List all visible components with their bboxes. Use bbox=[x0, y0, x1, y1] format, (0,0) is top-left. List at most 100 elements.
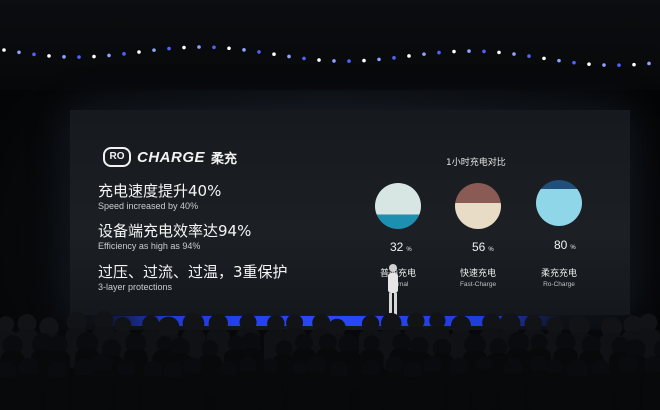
ceiling-light bbox=[197, 45, 201, 49]
ro-charge-logo: RO CHARGE 柔充 bbox=[103, 147, 237, 167]
ceiling-light bbox=[317, 58, 321, 62]
audience-head bbox=[363, 335, 380, 352]
ceiling-light bbox=[182, 45, 186, 50]
ceiling-light bbox=[602, 63, 606, 67]
ceiling-light bbox=[347, 59, 351, 63]
audience-body bbox=[447, 373, 472, 410]
feature-protection: 过压、过流、过温，3重保护 3-layer protections bbox=[98, 263, 288, 293]
ceiling-light bbox=[17, 50, 21, 55]
gauge-ro bbox=[536, 180, 582, 226]
feature-protection-cn: 过压、过流、过温，3重保护 bbox=[98, 263, 288, 281]
ceiling-light bbox=[527, 54, 531, 58]
audience-body bbox=[616, 371, 641, 410]
comparison-title: 1小时充电对比 bbox=[446, 158, 506, 168]
feature-speed-en: Speed increased by 40% bbox=[98, 201, 199, 211]
ceiling-light bbox=[407, 54, 411, 58]
ceiling-light bbox=[62, 55, 66, 59]
ceiling-light bbox=[572, 60, 576, 65]
ceiling-light bbox=[557, 58, 561, 63]
audience-head bbox=[275, 340, 293, 358]
feature-speed: 充电速度提升40% Speed increased by 40% bbox=[98, 182, 221, 212]
audience-head bbox=[239, 313, 257, 331]
audience-head bbox=[219, 360, 237, 378]
ceiling-light bbox=[47, 54, 51, 58]
audience-body bbox=[421, 371, 446, 410]
ceiling-light bbox=[332, 59, 336, 63]
ceiling-light bbox=[497, 50, 501, 55]
audience-head bbox=[262, 358, 279, 375]
gauge-ro-label: 柔充充电 Ro-Charge bbox=[540, 269, 577, 288]
audience-body bbox=[114, 375, 139, 410]
feature-efficiency-cn: 设备端充电效率达94% bbox=[98, 222, 252, 240]
audience-body bbox=[16, 373, 41, 410]
ceiling-light bbox=[92, 54, 96, 59]
gauge-fast-value: 56% bbox=[472, 240, 494, 254]
audience-head bbox=[546, 359, 563, 376]
gauge-fast bbox=[455, 183, 501, 229]
audience-body bbox=[236, 371, 261, 410]
audience-body bbox=[326, 375, 351, 410]
ceiling-lights bbox=[2, 45, 651, 67]
audience-head bbox=[530, 333, 548, 352]
ceiling-light bbox=[77, 55, 81, 59]
audience-body bbox=[304, 371, 329, 410]
audience-silhouettes bbox=[0, 311, 660, 410]
audience-body bbox=[258, 372, 283, 410]
ceiling-light bbox=[257, 50, 261, 54]
ceiling-light bbox=[617, 63, 621, 67]
ceiling-light bbox=[212, 45, 216, 50]
ceiling-light bbox=[482, 49, 486, 54]
audience-body bbox=[45, 377, 70, 410]
ceiling-light bbox=[632, 62, 636, 67]
audience-head bbox=[475, 356, 493, 373]
ceiling-light bbox=[2, 48, 6, 52]
ceiling-light bbox=[167, 46, 171, 51]
feature-speed-cn: 充电速度提升40% bbox=[98, 182, 222, 200]
audience-body bbox=[89, 370, 114, 410]
ceiling-light bbox=[32, 52, 36, 57]
ceiling-light bbox=[392, 56, 396, 60]
audience-body bbox=[588, 374, 613, 410]
logo-word: CHARGE bbox=[137, 148, 206, 166]
audience-body bbox=[471, 370, 496, 410]
ceiling-light bbox=[362, 58, 366, 63]
audience-head bbox=[291, 360, 308, 377]
logo-chinese: 柔充 bbox=[211, 151, 238, 167]
audience-body bbox=[641, 371, 660, 410]
ceiling-light bbox=[272, 52, 276, 56]
audience-head bbox=[429, 312, 446, 329]
gauge-normal bbox=[375, 183, 421, 229]
ceiling-light bbox=[137, 50, 141, 54]
ceiling-light bbox=[107, 53, 111, 58]
ceiling-light bbox=[242, 48, 246, 52]
audience-body bbox=[180, 372, 205, 410]
ceiling-light bbox=[452, 49, 456, 54]
audience-head bbox=[142, 315, 160, 333]
photo-scene: RO CHARGE 柔充 充电速度提升40% Speed increased b… bbox=[0, 0, 660, 410]
ceiling-light bbox=[377, 57, 381, 62]
ceiling-light bbox=[587, 62, 591, 66]
audience-body bbox=[358, 374, 383, 410]
ceiling-light bbox=[437, 50, 441, 55]
feature-efficiency: 设备端充电效率达94% Efficiency as high as 94% bbox=[98, 222, 251, 252]
ceiling-light bbox=[512, 52, 516, 56]
audience-body bbox=[500, 373, 525, 410]
feature-efficiency-en: Efficiency as high as 94% bbox=[98, 241, 201, 251]
gauge-ro-value: 80% bbox=[554, 238, 576, 252]
audience-body bbox=[542, 373, 567, 410]
audience-body bbox=[0, 377, 18, 410]
ceiling-light bbox=[422, 52, 426, 56]
ceiling-light bbox=[122, 52, 126, 56]
ceiling-light bbox=[302, 56, 306, 61]
gauge-normal-value: 32% bbox=[390, 240, 412, 254]
audience-head bbox=[546, 317, 564, 335]
audience-head bbox=[114, 316, 132, 334]
ceiling-light bbox=[227, 46, 231, 51]
audience-body bbox=[565, 375, 590, 410]
logo-badge: RO bbox=[103, 147, 131, 167]
ceiling-light bbox=[542, 56, 546, 61]
ceiling-light bbox=[287, 54, 291, 59]
audience-head bbox=[286, 314, 304, 332]
ceiling-light bbox=[152, 48, 156, 52]
ceiling-light bbox=[647, 61, 651, 66]
